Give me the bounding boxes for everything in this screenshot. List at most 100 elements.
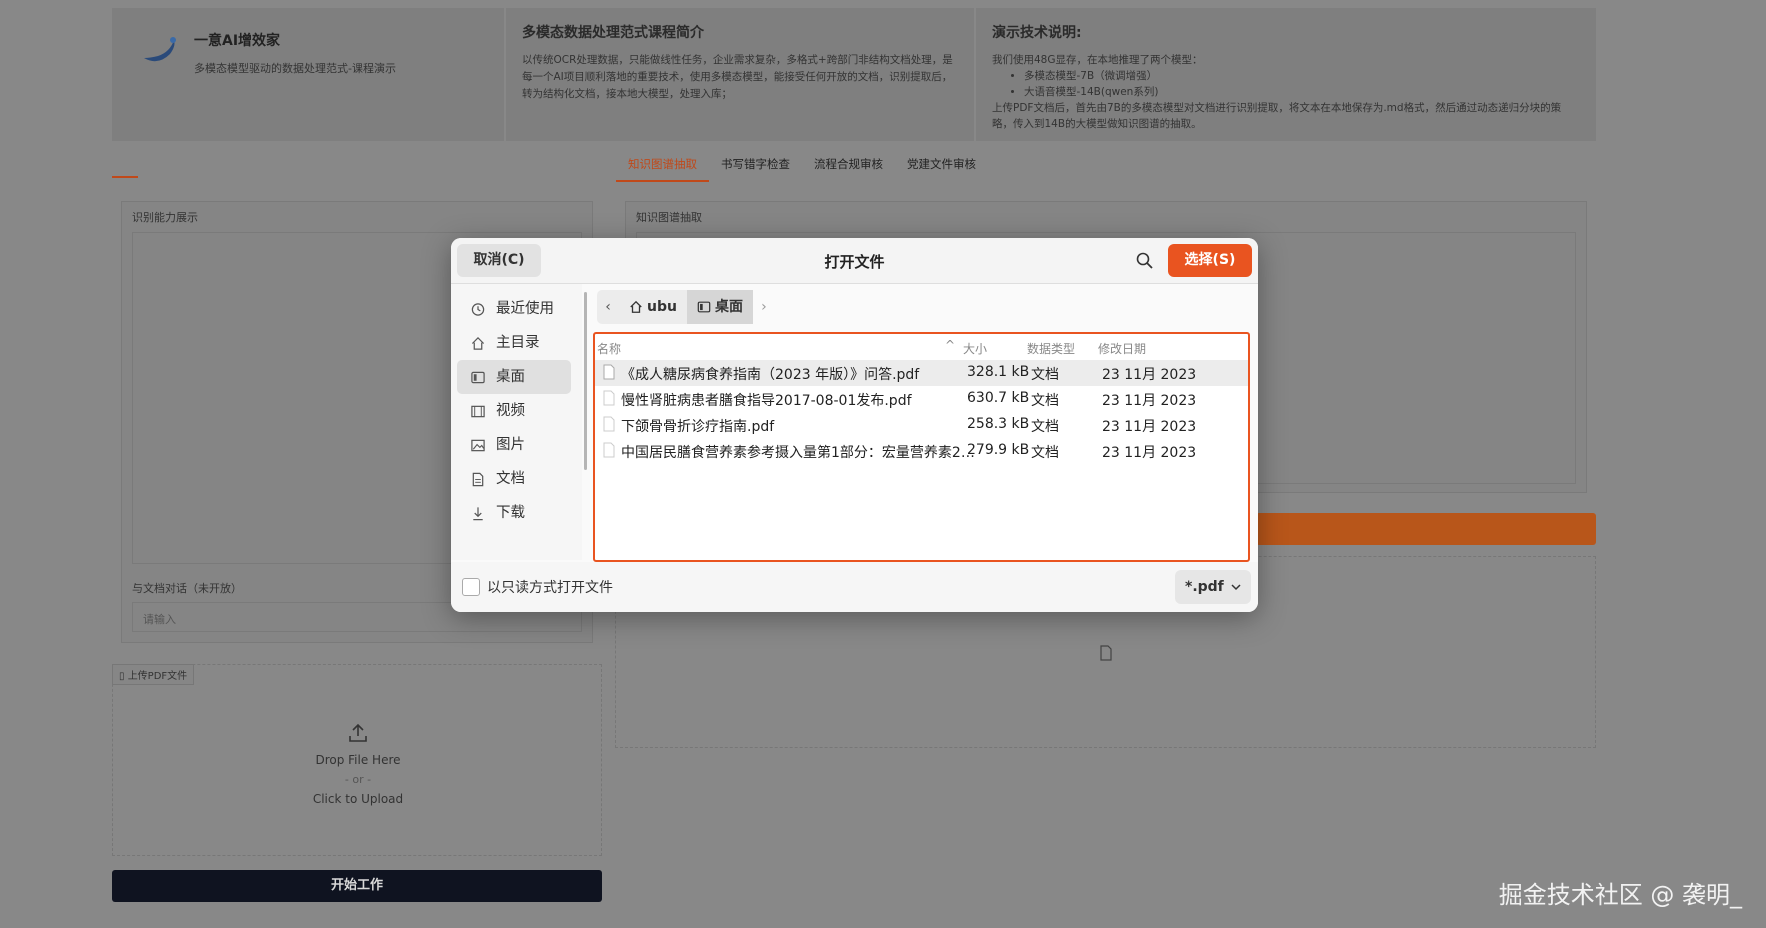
tab-process-compliance[interactable]: 流程合规审核: [802, 152, 895, 182]
file-row[interactable]: 慢性肾脏病患者膳食指导2017-08-01发布.pdf 630.7 kB 文档 …: [595, 386, 1248, 412]
sidebar-label: 桌面: [496, 369, 525, 385]
file-type: 文档: [1031, 393, 1059, 409]
file-size: 279.9 kB: [967, 442, 1030, 458]
file-type: 文档: [1031, 419, 1059, 435]
file-size: 328.1 kB: [967, 364, 1030, 380]
file-name: 慢性肾脏病患者膳食指导2017-08-01发布.pdf: [621, 393, 912, 409]
intro-card: 多模态数据处理范式课程简介 以传统OCR处理数据，只能做线性任务，企业需求复杂，…: [506, 8, 974, 141]
path-back-button[interactable]: ‹: [597, 290, 619, 324]
dialog-footer: 以只读方式打开文件 *.pdf: [451, 562, 1258, 612]
file-modified: 23 11月 2023: [1102, 393, 1197, 409]
upload-click-text: Click to Upload: [312, 792, 404, 806]
open-file-dialog: 取消(C) 打开文件 选择(S) 最近使用 主目录 桌面 视频 图片 文档 下载…: [451, 238, 1258, 612]
tab-knowledge-graph[interactable]: 知识图谱抽取: [616, 152, 709, 182]
tech-item-1: 多模态模型-7B（微调增强）: [1024, 68, 1580, 84]
column-size[interactable]: 大小: [963, 340, 987, 357]
brand-subtitle: 多模态模型驱动的数据处理范式-课程演示: [194, 62, 396, 75]
tech-item-2: 大语音模型-14B(qwen系列): [1024, 84, 1580, 100]
select-button[interactable]: 选择(S): [1168, 244, 1252, 277]
upload-icon: [349, 723, 367, 742]
pdf-file-icon: [603, 416, 615, 432]
sidebar-item-desktop[interactable]: 桌面: [457, 360, 571, 394]
crumb-label: 桌面: [714, 299, 743, 315]
file-modified: 23 11月 2023: [1102, 445, 1197, 461]
sidebar-scrollbar[interactable]: [584, 292, 587, 470]
sidebar-item-downloads[interactable]: 下载: [457, 496, 571, 530]
knowledge-graph-label: 知识图谱抽取: [636, 211, 702, 224]
tech-line-1: 我们使用48G显存，在本地推理了两个模型：: [992, 54, 1203, 66]
dialog-header: 取消(C) 打开文件 选择(S): [451, 238, 1258, 284]
chat-placeholder: 请输入: [143, 613, 176, 626]
column-type[interactable]: 数据类型: [1027, 340, 1075, 357]
recent-icon: [471, 303, 485, 316]
crumb-label: ubu: [647, 299, 677, 315]
video-icon: [471, 405, 485, 418]
file-modified: 23 11月 2023: [1102, 367, 1197, 383]
file-type: 文档: [1031, 367, 1059, 383]
readonly-checkbox[interactable]: [462, 578, 480, 596]
sidebar-label: 视频: [496, 403, 525, 419]
tab-bar: 知识图谱抽取 书写错字检查 流程合规审核 党建文件审核: [616, 152, 988, 182]
file-size: 258.3 kB: [967, 416, 1030, 432]
file-icon: [1100, 645, 1112, 661]
search-icon[interactable]: [1134, 250, 1156, 272]
file-type-filter[interactable]: *.pdf: [1175, 570, 1251, 604]
start-work-button[interactable]: 开始工作: [112, 870, 602, 902]
brand-name: 一意AI增效家: [194, 33, 281, 49]
path-forward-button[interactable]: ›: [753, 290, 775, 324]
file-row[interactable]: 中国居民膳食营养素参考摄入量第1部分：宏量营养素2… 279.9 kB 文档 2…: [595, 438, 1248, 464]
desktop-icon: [471, 371, 485, 384]
upload-tag: ▯ 上传PDF文件: [112, 664, 195, 685]
crumb-desktop[interactable]: 桌面: [686, 290, 753, 324]
sidebar-item-documents[interactable]: 文档: [457, 462, 571, 496]
chat-label: 与文档对话（未开放）: [132, 582, 242, 595]
home-icon: [630, 300, 642, 313]
intro-title: 多模态数据处理范式课程简介: [522, 25, 704, 41]
column-modified[interactable]: 修改日期: [1098, 340, 1146, 357]
file-row[interactable]: 《成人糖尿病食养指南（2023 年版）》问答.pdf 328.1 kB 文档 2…: [595, 360, 1248, 386]
tech-description: 我们使用48G显存，在本地推理了两个模型： 多模态模型-7B（微调增强） 大语音…: [992, 52, 1580, 132]
pdf-file-icon: [603, 390, 615, 406]
tech-title: 演示技术说明:: [992, 25, 1082, 41]
file-modified: 23 11月 2023: [1102, 419, 1197, 435]
sidebar-item-videos[interactable]: 视频: [457, 394, 571, 428]
action-bar-button[interactable]: [1256, 513, 1596, 545]
file-name: 下颌骨骨折诊疗指南.pdf: [621, 419, 775, 435]
upload-tag-label: 上传PDF文件: [127, 671, 188, 682]
file-name: 中国居民膳食营养素参考摄入量第1部分：宏量营养素2…: [621, 445, 975, 461]
brand-card: 一意AI增效家 多模态模型驱动的数据处理范式-课程演示: [112, 8, 504, 141]
filter-value: *.pdf: [1185, 579, 1224, 595]
path-bar: ‹ ubu 桌面 ›: [597, 290, 775, 324]
tab-indicator-left: [112, 176, 138, 178]
sidebar-label: 图片: [496, 437, 525, 453]
sidebar-label: 最近使用: [496, 301, 554, 317]
tab-party-document[interactable]: 党建文件审核: [895, 152, 988, 182]
file-row[interactable]: 下颌骨骨折诊疗指南.pdf 258.3 kB 文档 23 11月 2023: [595, 412, 1248, 438]
pdf-file-icon: [603, 364, 615, 380]
desktop-icon: [697, 301, 711, 313]
download-icon: [473, 507, 483, 521]
sidebar-label: 文档: [496, 471, 525, 487]
readonly-label: 以只读方式打开文件: [487, 580, 613, 596]
sidebar-item-recent[interactable]: 最近使用: [457, 292, 571, 326]
upload-dropzone[interactable]: Drop File Here - or - Click to Upload: [112, 664, 602, 856]
intro-text: 以传统OCR处理数据，只能做线性任务，企业需求复杂，多格式+跨部门非结构文档处理…: [522, 54, 953, 100]
home-icon: [471, 337, 485, 350]
chevron-down-icon: [1231, 584, 1241, 591]
tab-typo-check[interactable]: 书写错字检查: [709, 152, 802, 182]
tech-line-2: 上传PDF文档后，首先由7B的多模态模型对文档进行识别提取，将文本在本地保存为.…: [992, 102, 1562, 130]
picture-icon: [471, 439, 485, 452]
sidebar-item-home[interactable]: 主目录: [457, 326, 571, 360]
file-name: 《成人糖尿病食养指南（2023 年版）》问答.pdf: [621, 367, 920, 383]
brand-logo-icon: [144, 37, 176, 62]
places-sidebar: 最近使用 主目录 桌面 视频 图片 文档 下载: [451, 284, 582, 560]
crumb-home[interactable]: ubu: [619, 290, 687, 324]
file-tag-icon: ▯: [119, 671, 128, 682]
sidebar-label: 主目录: [496, 335, 540, 351]
tech-card: 演示技术说明: 我们使用48G显存，在本地推理了两个模型： 多模态模型-7B（微…: [976, 8, 1596, 141]
sidebar-label: 下载: [496, 505, 525, 521]
file-list-header: 名称 ^ 大小 数据类型 修改日期: [595, 334, 1248, 360]
sidebar-item-pictures[interactable]: 图片: [457, 428, 571, 462]
column-name[interactable]: 名称: [597, 340, 621, 357]
upload-or-text: - or -: [344, 773, 372, 786]
